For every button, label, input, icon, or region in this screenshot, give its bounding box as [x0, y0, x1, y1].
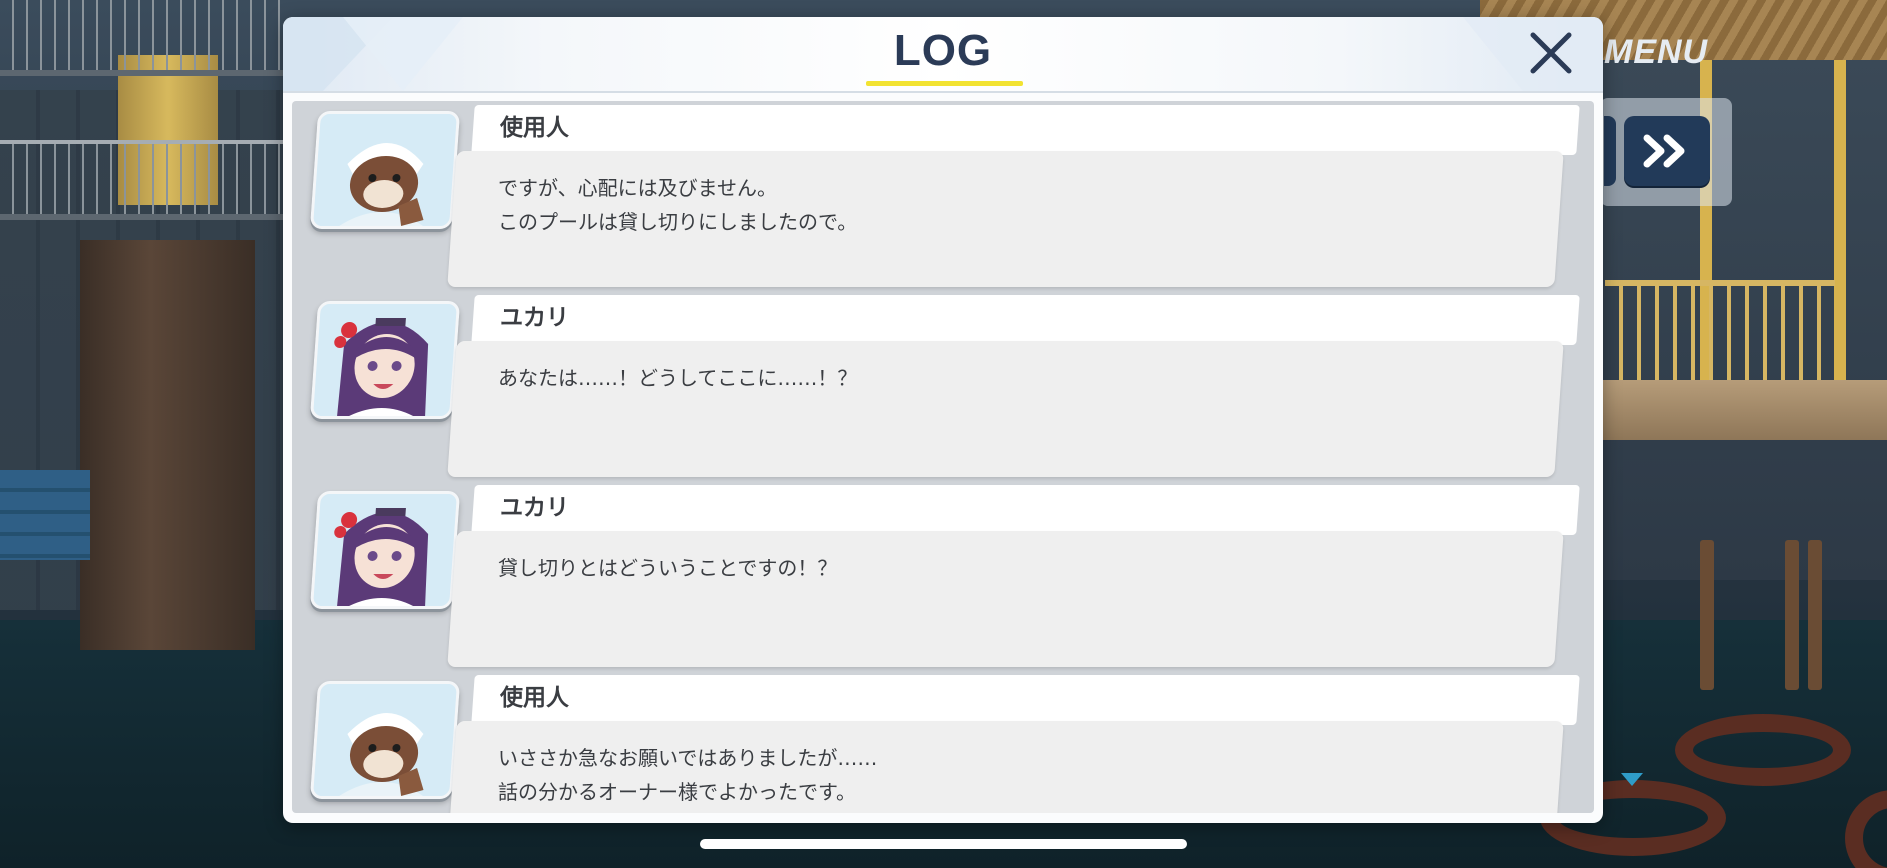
fast-forward-button[interactable]: [1624, 116, 1710, 186]
close-button[interactable]: [1523, 27, 1579, 79]
message-text: あなたは……！どうしてここに……！？: [498, 366, 858, 390]
background-pole: [1834, 60, 1846, 380]
menu-button[interactable]: MENU: [1604, 30, 1714, 74]
home-indicator[interactable]: [700, 839, 1187, 849]
message-text: いささか急なお願いではありましたが…… 話の分かるオーナー様でよかったです。: [498, 746, 878, 804]
background-balcony: [0, 0, 290, 76]
log-entry: 使用人 いささか急なお願いではありましたが…… 話の分かるオーナー様でよかったで…: [292, 673, 1594, 813]
speaker-name: ユカリ: [500, 495, 569, 521]
background-post: [1808, 540, 1822, 690]
background-railing: [1605, 280, 1835, 386]
background-pillar: [80, 240, 255, 650]
scroll-down-indicator-icon: [1621, 773, 1643, 786]
speaker-name-card: [471, 675, 1580, 725]
speaker-name: 使用人: [500, 685, 569, 711]
message-text: 貸し切りとはどういうことですの！？: [498, 556, 838, 580]
background-post: [1785, 540, 1799, 690]
log-entry: 使用人 ですが、心配には及びません。 このプールは貸し切りにしましたので。: [292, 103, 1594, 293]
pool-float: [1675, 714, 1851, 786]
log-entry: ユカリ あなたは……！どうしてここに……！？: [292, 293, 1594, 483]
speaker-name-card: [471, 105, 1580, 155]
close-icon: [1530, 32, 1572, 74]
log-list[interactable]: 使用人 ですが、心配には及びません。 このプールは貸し切りにしましたので。 ユカ…: [292, 101, 1594, 813]
log-window: LOG 使用人 ですが、心配には及びません。 このプールは貸し切りにしましたので…: [283, 17, 1603, 823]
servant-avatar: [309, 681, 461, 799]
fast-forward-icon: [1643, 134, 1685, 168]
log-title: LOG: [893, 26, 993, 75]
speaker-name: ユカリ: [500, 305, 569, 331]
background-deck: [1590, 380, 1887, 440]
log-header: LOG: [283, 17, 1603, 93]
yukari-avatar: [309, 301, 461, 419]
speaker-name-card: [471, 295, 1580, 345]
background-sandbags: [0, 470, 90, 560]
servant-avatar: [309, 111, 461, 229]
background-post: [1700, 540, 1714, 690]
message-text: ですが、心配には及びません。 このプールは貸し切りにしましたので。: [498, 176, 858, 234]
auto-button[interactable]: [1604, 116, 1616, 186]
speaker-name-card: [471, 485, 1580, 535]
yukari-avatar: [309, 491, 461, 609]
speaker-name: 使用人: [500, 115, 569, 141]
title-underline: [866, 81, 1023, 86]
log-entry: ユカリ 貸し切りとはどういうことですの！？: [292, 483, 1594, 673]
background-balcony-lower: [0, 140, 290, 220]
